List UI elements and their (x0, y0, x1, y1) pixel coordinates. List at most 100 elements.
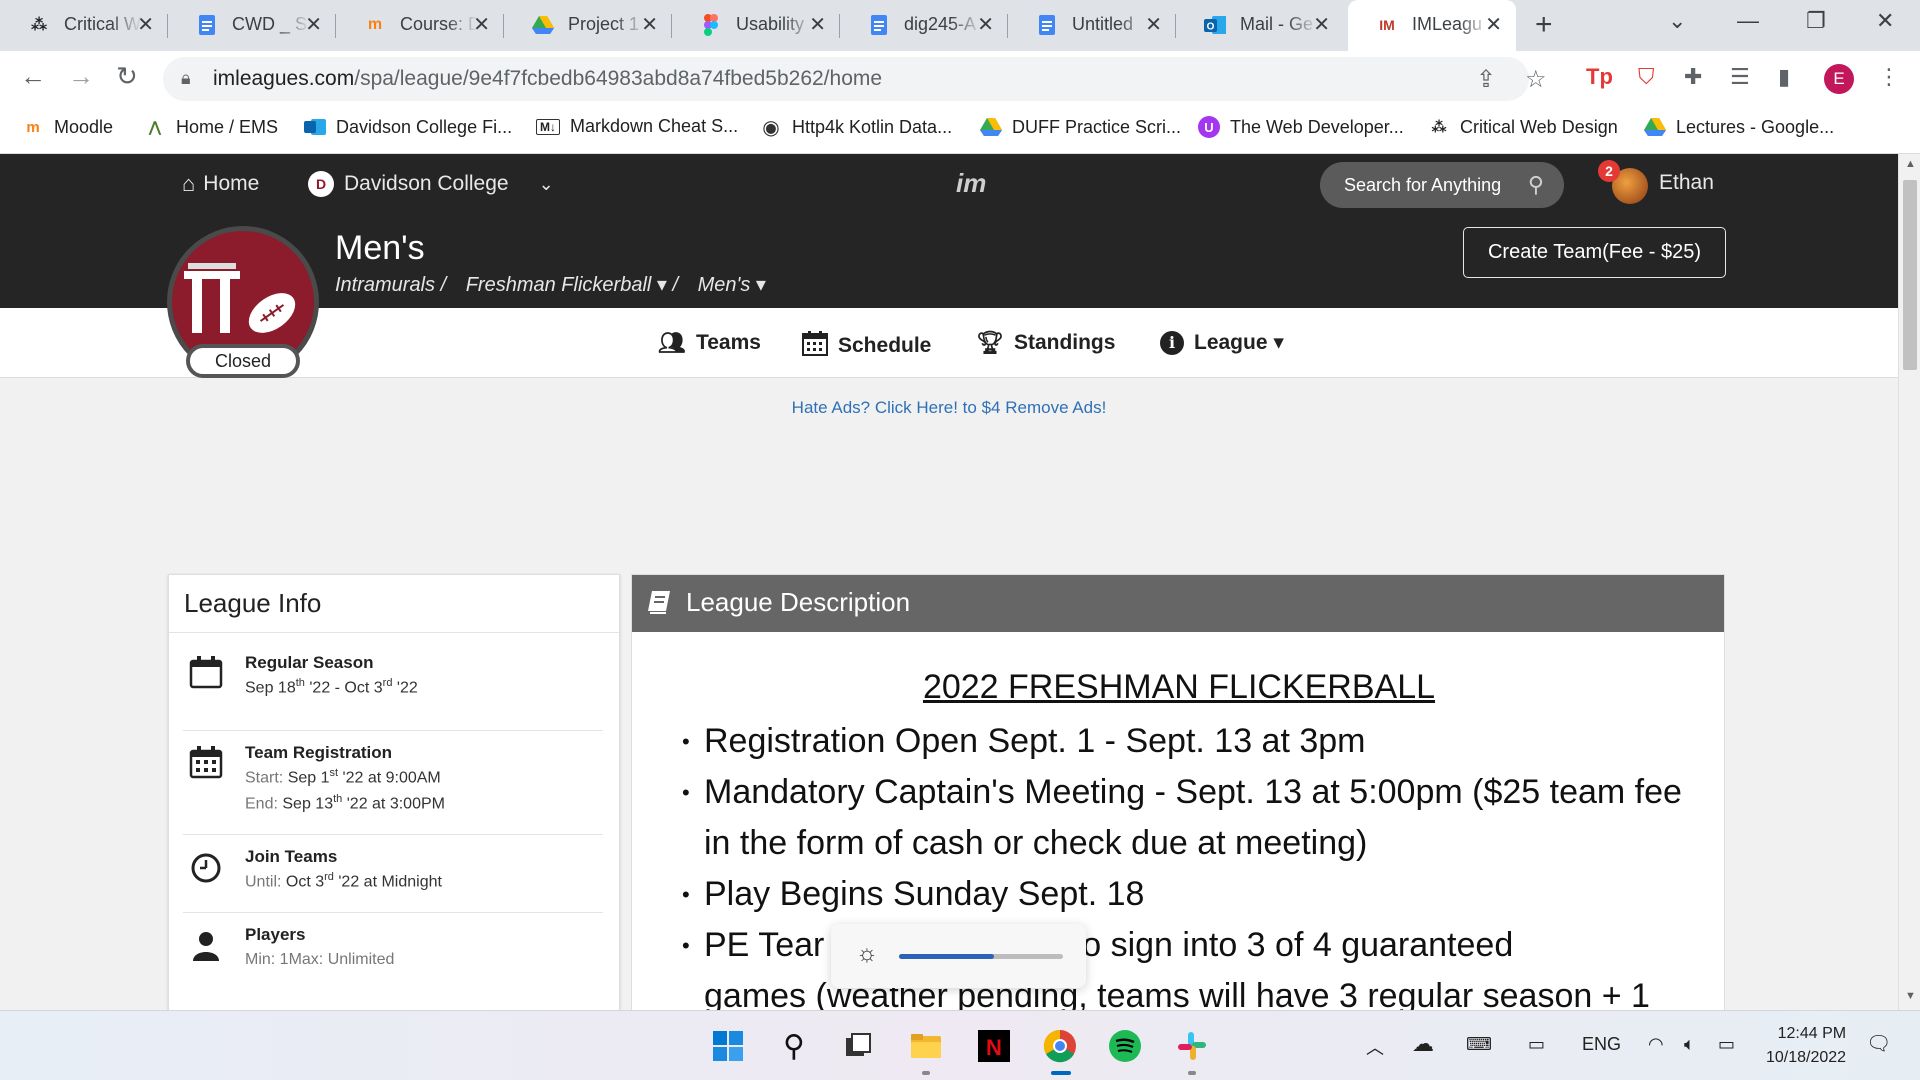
system-clock[interactable]: 12:44 PM 10/18/2022 (1766, 1022, 1846, 1070)
bookmark-item[interactable]: ⋀ Home / EMS (144, 116, 278, 138)
side-panel-icon[interactable]: ▮ (1778, 64, 1790, 90)
language-indicator[interactable]: ENG (1582, 1034, 1621, 1055)
share-icon[interactable]: ⇪ (1476, 65, 1496, 94)
show-hidden-icons-chevron-icon[interactable]: ︿ (1366, 1034, 1384, 1060)
regular-season-end-year: '22 (396, 679, 418, 697)
close-tab-icon[interactable]: ✕ (977, 12, 994, 37)
close-tab-icon[interactable]: ✕ (1145, 12, 1162, 37)
close-tab-icon[interactable]: ✕ (305, 12, 322, 37)
bookmark-star-icon[interactable]: ☆ (1525, 65, 1547, 94)
tab-league[interactable]: i League ▾ (1160, 330, 1284, 355)
scroll-up-arrow-icon[interactable]: ▲ (1905, 158, 1916, 170)
site-search-input[interactable]: Search for Anything ⚲ (1320, 162, 1564, 208)
browser-tab[interactable]: Usability ✕ (672, 0, 840, 51)
close-tab-icon[interactable]: ✕ (1485, 12, 1502, 37)
bookmark-item[interactable]: m Moodle (22, 116, 113, 138)
league-description-header: League Description (632, 575, 1724, 632)
search-icon[interactable]: ⚲ (1528, 172, 1544, 198)
description-item: Registration Open Sept. 1 - Sept. 13 at … (682, 716, 1686, 767)
registration-start-date: Sep 1 (287, 769, 330, 787)
netflix-icon[interactable]: N (976, 1028, 1012, 1064)
users-icon: 👥︎ (658, 330, 686, 355)
browser-tab[interactable]: m Course: D ✕ (336, 0, 504, 51)
scroll-down-arrow-icon[interactable]: ▼ (1905, 990, 1916, 1002)
browser-tab[interactable]: ⁂ Critical W ✕ (0, 0, 168, 51)
notifications-icon[interactable]: 🗨︎ (1866, 1031, 1891, 1056)
battery-icon[interactable]: ▭ (1718, 1034, 1735, 1055)
tablet-mode-icon[interactable]: ▭ (1528, 1034, 1545, 1055)
restore-icon[interactable]: ❐ (1806, 8, 1826, 34)
tab-teams[interactable]: 👥︎ Teams (658, 330, 761, 356)
close-tab-icon[interactable]: ✕ (809, 12, 826, 37)
task-view-icon[interactable] (840, 1028, 876, 1064)
close-tab-icon[interactable]: ✕ (641, 12, 658, 37)
tab-league-label: League ▾ (1194, 331, 1284, 354)
tab-standings[interactable]: 🏆︎ Standings (976, 330, 1115, 356)
tab-search-icon[interactable]: ⌄ (1668, 8, 1686, 34)
description-title: 2022 FRESHMAN FLICKERBALL (922, 668, 1436, 706)
dots-icon: ⁂ (30, 17, 48, 34)
slack-icon[interactable] (1174, 1028, 1210, 1064)
create-team-button[interactable]: Create Team(Fee - $25) (1463, 227, 1726, 278)
imleagues-logo[interactable]: im (956, 168, 986, 199)
address-bar[interactable]: 🔒︎ imleagues.com/spa/league/9e4f7fcbedb6… (163, 57, 1547, 101)
extensions-puzzle-icon[interactable]: ✚ (1684, 64, 1702, 90)
docs-icon (868, 14, 890, 36)
info-icon: i (1160, 330, 1184, 355)
windows-start-icon[interactable] (710, 1028, 746, 1064)
profile-avatar[interactable]: E (1824, 64, 1854, 94)
registration-end-date: Sep 13 (282, 795, 334, 813)
browser-menu-icon[interactable]: ⋮ (1878, 64, 1900, 90)
page-scrollbar[interactable]: ▲ ▼ (1898, 154, 1920, 1010)
spotify-icon[interactable] (1107, 1028, 1143, 1064)
bookmark-item[interactable]: M↓ Markdown Cheat S... (536, 116, 738, 137)
reload-icon[interactable]: ↻ (116, 61, 138, 92)
wifi-icon[interactable]: ◠ (1648, 1034, 1664, 1055)
tp-extension-icon[interactable]: Tp (1586, 64, 1613, 90)
breadcrumb-division[interactable]: Men's ▾ (698, 274, 766, 296)
bookmark-item[interactable]: ⁂ Critical Web Design (1428, 116, 1617, 138)
running-indicator (1188, 1071, 1196, 1075)
browser-tab[interactable]: CWD _ S ✕ (168, 0, 336, 51)
forward-icon[interactable]: → (68, 61, 94, 92)
chrome-icon[interactable] (1042, 1028, 1078, 1064)
file-explorer-icon[interactable] (908, 1028, 944, 1064)
new-tab-icon[interactable]: + (1535, 8, 1553, 42)
tab-schedule[interactable]: Schedule (802, 330, 931, 362)
breadcrumb-sport[interactable]: Freshman Flickerball ▾ / (466, 274, 678, 296)
browser-tab[interactable]: Project 1 ✕ (504, 0, 672, 51)
breadcrumb-intramurals[interactable]: Intramurals / (335, 274, 446, 296)
moodle-icon: m (367, 16, 383, 33)
minimize-icon[interactable]: — (1737, 8, 1759, 34)
reading-list-icon[interactable]: ☰ (1730, 64, 1750, 90)
bookmark-item[interactable]: U The Web Developer... (1198, 116, 1404, 138)
school-selector[interactable]: D Davidson College ⌄ (308, 171, 554, 197)
browser-tab-active[interactable]: IM IMLeagu ✕ (1348, 0, 1516, 51)
keyboard-icon[interactable]: ⌨ (1466, 1034, 1492, 1055)
brightness-slider[interactable] (899, 954, 1063, 959)
bookmark-item[interactable]: Lectures - Google... (1644, 116, 1834, 138)
regular-season-start: Sep 18 (245, 679, 296, 697)
registration-end-time: '22 at 3:00PM (346, 795, 445, 813)
close-window-icon[interactable]: ✕ (1876, 8, 1894, 34)
remove-ads-link[interactable]: Hate Ads? Click Here! to $4 Remove Ads! (0, 398, 1898, 418)
browser-tab[interactable]: Untitled ✕ (1008, 0, 1176, 51)
bookmark-item[interactable]: ◉ Http4k Kotlin Data... (760, 116, 952, 139)
bookmark-item[interactable]: DUFF Practice Scri... (980, 116, 1181, 138)
back-icon[interactable]: ← (20, 61, 46, 92)
pocket-extension-icon[interactable]: ⛉ (1638, 64, 1655, 90)
close-tab-icon[interactable]: ✕ (473, 12, 490, 37)
user-name[interactable]: Ethan (1659, 171, 1714, 195)
scrollbar-thumb[interactable] (1903, 180, 1917, 370)
clock-date: 10/18/2022 (1766, 1049, 1847, 1066)
volume-icon[interactable]: 🔈︎ (1684, 1034, 1695, 1055)
nav-home-link[interactable]: ⌂ Home (182, 171, 259, 197)
browser-tab[interactable]: O Mail - Ge ✕ (1176, 0, 1344, 51)
onedrive-cloud-icon[interactable]: ☁ (1412, 1031, 1434, 1057)
notification-badge[interactable]: 2 (1598, 160, 1620, 182)
browser-tab[interactable]: dig245-A ✕ (840, 0, 1008, 51)
bookmark-item[interactable]: Davidson College Fi... (304, 116, 512, 138)
close-tab-icon[interactable]: ✕ (1313, 12, 1330, 37)
close-tab-icon[interactable]: ✕ (137, 12, 154, 37)
search-icon[interactable]: ⚲ (776, 1028, 812, 1064)
